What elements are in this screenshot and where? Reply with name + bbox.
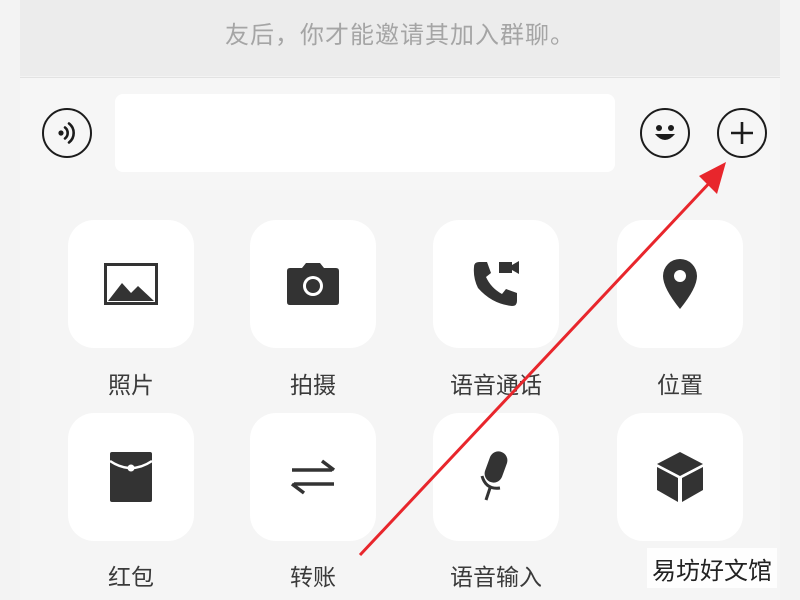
voice-wave-icon <box>58 122 75 144</box>
smiley-face-icon <box>655 125 675 140</box>
action-label: 转账 <box>290 565 336 591</box>
location-pin-icon <box>663 259 697 309</box>
notice-text: 友后，你才能邀请其加入群聊。 <box>225 20 575 49</box>
more-actions-panel: 照片 拍摄 语音通话 位置 红包 转账 语音输入 <box>20 190 780 600</box>
camera-icon <box>287 263 339 305</box>
photo-button[interactable] <box>68 220 194 348</box>
voice-input-button[interactable] <box>433 413 559 541</box>
cube-button[interactable] <box>617 413 743 541</box>
transfer-arrows-icon <box>290 459 336 495</box>
action-label: 拍摄 <box>290 373 336 399</box>
action-label: 红包 <box>108 565 154 591</box>
emoji-button[interactable] <box>640 108 690 158</box>
group-invite-notice: 友后，你才能邀请其加入群聊。 <box>20 0 780 76</box>
phone-video-icon <box>473 261 519 306</box>
microphone-icon <box>480 451 508 501</box>
action-label: 位置 <box>657 373 703 399</box>
watermark-text: 易坊好文馆 <box>652 556 772 585</box>
action-label: 照片 <box>108 373 154 399</box>
camera-button[interactable] <box>250 220 376 348</box>
red-envelope-icon <box>109 452 153 502</box>
image-icon <box>104 263 158 305</box>
location-button[interactable] <box>617 220 743 348</box>
action-label: 语音输入 <box>450 565 542 591</box>
action-label: 语音通话 <box>450 373 542 399</box>
cube-icon <box>657 452 703 502</box>
plus-circle-icon <box>731 122 753 144</box>
message-input[interactable] <box>115 94 615 172</box>
voice-call-button[interactable] <box>433 220 559 348</box>
more-options-button[interactable] <box>717 108 767 158</box>
chat-input-bar <box>20 77 780 191</box>
transfer-button[interactable] <box>250 413 376 541</box>
watermark: 易坊好文馆 <box>647 548 777 588</box>
red-packet-button[interactable] <box>68 413 194 541</box>
voice-toggle-button[interactable] <box>42 108 92 158</box>
